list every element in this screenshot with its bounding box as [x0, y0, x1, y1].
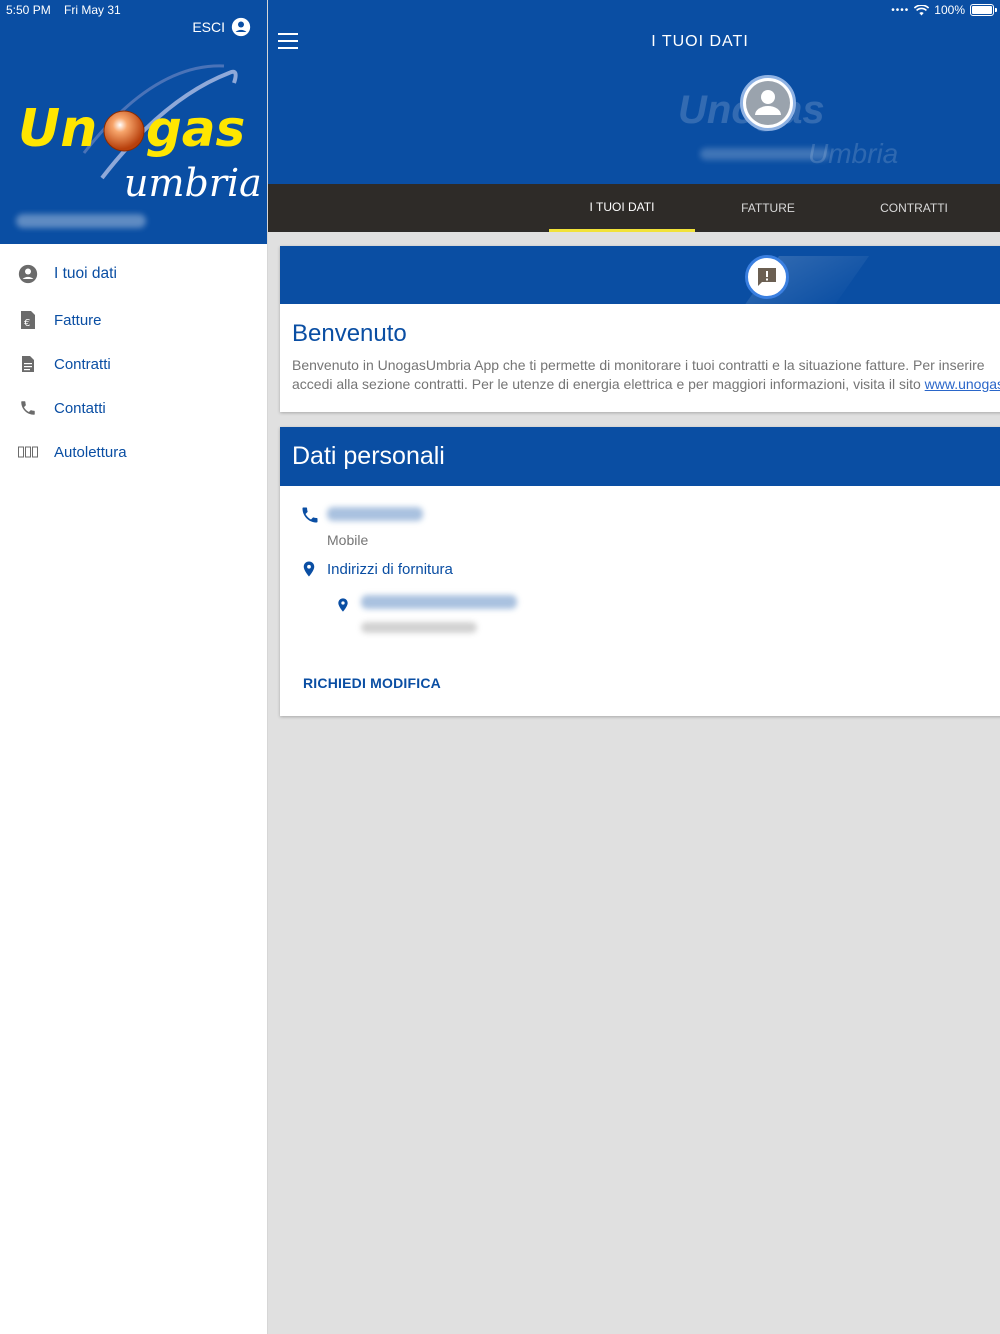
logo-text-un: Un [18, 99, 97, 159]
phone-number-redacted [327, 507, 423, 521]
address-item[interactable] [335, 595, 517, 638]
welcome-text-line2: accedi alla sezione contratti. Per le ut… [292, 376, 925, 392]
sidebar-item-contatti[interactable]: Contatti [0, 386, 267, 430]
sidebar-item-label: I tuoi dati [54, 265, 117, 282]
company-name-redacted [16, 214, 146, 228]
battery-percent: 100% [934, 3, 965, 17]
location-pin-icon [303, 561, 315, 577]
phone-icon [18, 398, 38, 418]
top-app-bar: I TUOI DATI Unogas Umbria [268, 0, 1000, 184]
feedback-alert-icon [745, 255, 789, 299]
page-title: I TUOI DATI [651, 33, 749, 50]
sidebar-item-contratti[interactable]: Contratti [0, 342, 267, 386]
account-circle-icon [18, 264, 38, 284]
status-time: 5:50 PM [6, 3, 51, 17]
request-edit-button[interactable]: RICHIEDI MODIFICA [303, 675, 441, 691]
sidebar-item-i-tuoi-dati[interactable]: I tuoi dati [0, 250, 267, 298]
company-name-redacted [700, 148, 830, 160]
phone-row[interactable]: Mobile [300, 505, 423, 548]
tab-bar: I TUOI DATI FATTURE CONTRATTI [268, 184, 1000, 232]
battery-icon [970, 4, 997, 16]
svg-text:€: € [24, 318, 30, 329]
wifi-icon [914, 4, 930, 15]
tab-contratti[interactable]: CONTRATTI [841, 184, 987, 232]
welcome-text-line1: Benvenuto in UnogasUmbria App che ti per… [292, 357, 985, 373]
address-street-redacted [361, 595, 517, 609]
phone-icon [302, 507, 318, 523]
sidebar-item-label: Autolettura [54, 443, 127, 461]
personal-data-card: Dati personali Mobile Indirizzi di forni… [280, 427, 1000, 716]
location-pin-icon [338, 598, 348, 612]
logo-text-gas: gas [146, 100, 245, 158]
sidebar-item-fatture[interactable]: € Fatture [0, 298, 267, 342]
phone-type: Mobile [327, 532, 369, 548]
signal-dots-icon: •••• [891, 4, 910, 16]
tab-i-tuoi-dati[interactable]: I TUOI DATI [549, 184, 695, 232]
sidebar-item-label: Fatture [54, 311, 102, 329]
tab-fatture[interactable]: FATTURE [695, 184, 841, 232]
welcome-text: Benvenuto in UnogasUmbria App che ti per… [292, 356, 1000, 394]
sidebar-item-label: Contatti [54, 399, 106, 417]
contract-icon [18, 354, 38, 374]
meter-icon [18, 442, 38, 462]
person-icon [746, 81, 790, 125]
welcome-banner [280, 246, 1000, 304]
addresses-title: Indirizzi di fornitura [327, 560, 453, 578]
unogas-logo: Un gas umbria [14, 58, 268, 208]
address-city-redacted [361, 622, 477, 633]
sidebar-header: ESCI Un gas umbria [0, 0, 267, 244]
status-bar: 5:50 PM Fri May 31 •••• 100% [0, 0, 1000, 22]
sidebar-item-autolettura[interactable]: Autolettura [0, 430, 267, 474]
welcome-card: Benvenuto Benvenuto in UnogasUmbria App … [280, 246, 1000, 412]
sidebar-item-label: Contratti [54, 355, 111, 373]
sidebar-menu: I tuoi dati € Fatture Contratti Contatti… [0, 244, 267, 474]
invoice-icon: € [18, 310, 38, 330]
welcome-title: Benvenuto [292, 320, 407, 347]
personal-data-header: Dati personali [280, 427, 1000, 486]
personal-data-title: Dati personali [292, 442, 445, 470]
logo-text-umbria: umbria [124, 161, 262, 205]
main-content: I TUOI DATI Unogas Umbria I TUOI DATI FA… [268, 0, 1000, 1334]
website-link[interactable]: www.unogas [925, 376, 1000, 392]
sidebar: ESCI Un gas umbria I tuoi dati € Fatture… [0, 0, 268, 1334]
addresses-row: Indirizzi di fornitura [300, 558, 453, 580]
avatar[interactable] [740, 75, 796, 131]
status-date: Fri May 31 [64, 3, 121, 17]
